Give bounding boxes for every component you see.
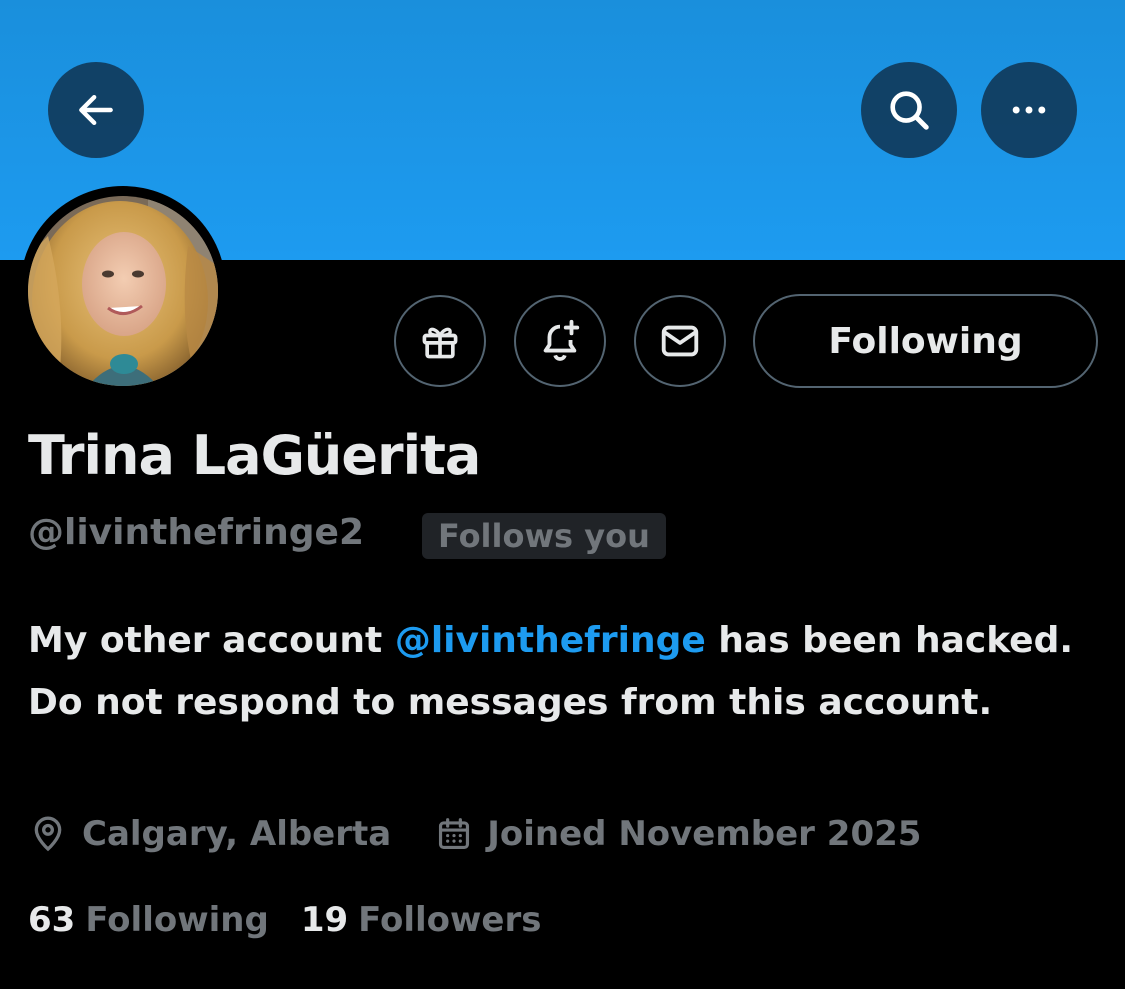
more-button[interactable]	[981, 62, 1077, 158]
location-pin-icon	[34, 816, 62, 852]
joined-text: Joined November 2025	[487, 814, 922, 854]
more-horizontal-icon	[1012, 106, 1046, 114]
search-icon	[890, 91, 929, 130]
message-button[interactable]	[634, 295, 726, 387]
following-label: Following	[85, 900, 269, 940]
avatar[interactable]	[28, 196, 218, 386]
location-item: Calgary, Alberta	[28, 814, 391, 854]
gift-button[interactable]	[394, 295, 486, 387]
followers-label: Followers	[358, 900, 542, 940]
followers-count: 19	[300, 900, 349, 940]
calendar-icon	[439, 818, 470, 850]
joined-item: Joined November 2025	[435, 814, 921, 854]
followers-stat-link[interactable]: 19 Followers	[301, 900, 542, 940]
bell-plus-icon	[543, 319, 580, 361]
arrow-left-icon	[79, 94, 113, 126]
location-text: Calgary, Alberta	[82, 814, 392, 854]
follows-you-badge: Follows you	[422, 513, 666, 559]
avatar-image	[28, 196, 218, 386]
back-button[interactable]	[48, 62, 144, 158]
following-count: 63	[28, 900, 76, 940]
envelope-icon	[661, 325, 699, 357]
bio-text-start: My other account	[28, 620, 395, 661]
profile-bio: My other account @livinthefringe has bee…	[28, 610, 1088, 734]
notifications-button[interactable]	[514, 295, 606, 387]
user-handle: @livinthefringe2	[28, 512, 364, 553]
search-button[interactable]	[861, 62, 957, 158]
following-stat-link[interactable]: 63 Following	[28, 900, 269, 940]
profile-meta: Calgary, Alberta Joined November 2025	[28, 814, 921, 854]
display-name: Trina LaGüerita	[28, 424, 481, 487]
gift-icon	[422, 327, 458, 359]
follow-stats: 63 Following 19 Followers	[28, 900, 542, 940]
following-button[interactable]: Following	[753, 294, 1098, 388]
bio-mention-link[interactable]: @livinthefringe	[395, 620, 706, 661]
